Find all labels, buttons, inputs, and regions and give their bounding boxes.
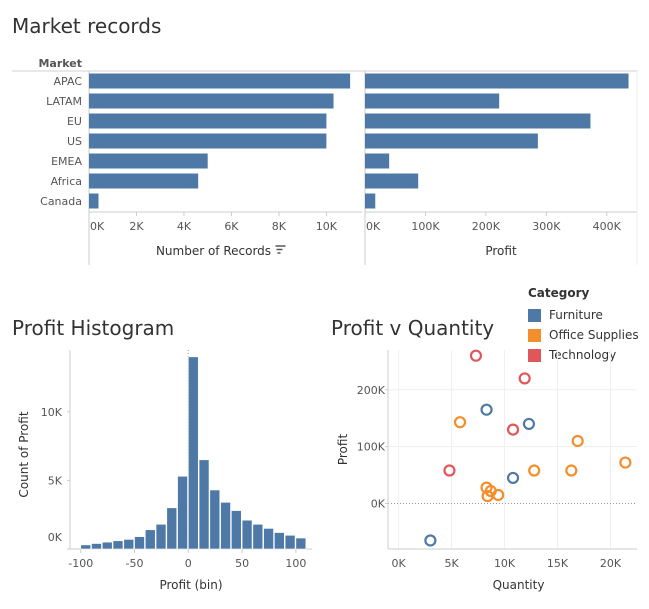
y-tick-label: 100K (357, 441, 386, 454)
market-row-label: EU (67, 115, 82, 128)
x-tick-label: 0K (366, 220, 381, 233)
scatter-point (506, 423, 520, 436)
y-tick-label: 0K (371, 498, 386, 511)
histogram-bar (274, 532, 285, 550)
histogram-bar (220, 502, 231, 550)
market-bar (89, 133, 327, 149)
histogram-bar (80, 544, 92, 550)
market-row-label: Africa (51, 175, 82, 188)
x-tick-label: 100K (411, 220, 440, 233)
histogram-bar (231, 510, 242, 550)
market-row-label: APAC (54, 75, 83, 88)
y-tick-label: 0K (48, 531, 63, 544)
histogram-bar (101, 541, 113, 550)
x-tick-label: 400K (593, 220, 622, 233)
x-axis-title: Profit (bin) (159, 578, 222, 592)
histogram-bar (134, 536, 145, 550)
y-tick-label: 200K (357, 384, 386, 397)
market-row-label: US (67, 135, 82, 148)
x-tick-label: 0K (391, 557, 406, 570)
market-bar (365, 73, 629, 89)
y-axis-title: Profit (336, 434, 350, 466)
scatter-point (453, 416, 467, 429)
market-row-label: LATAM (46, 95, 82, 108)
histogram-bar (123, 539, 135, 550)
scatter-point (518, 372, 531, 385)
x-tick-label: 8K (272, 220, 287, 233)
histogram-bar (295, 537, 307, 550)
market-bar (89, 193, 99, 209)
market-row-label: EMEA (51, 155, 82, 168)
market-bar (365, 133, 538, 149)
market-bar (365, 153, 390, 169)
y-axis-title: Count of Profit (17, 411, 31, 497)
histogram-bar (91, 543, 102, 550)
x-tick-label: 4K (177, 220, 192, 233)
x-tick-label: 300K (532, 220, 561, 233)
x-tick-label: 200K (472, 220, 501, 233)
scatter-point (443, 464, 456, 477)
histogram-bar (241, 519, 253, 550)
scatter-point (522, 417, 536, 431)
histogram-bar (188, 356, 199, 550)
x-tick-label: 5K (444, 557, 459, 570)
scatter-point (571, 434, 584, 448)
scatter-point (528, 464, 541, 477)
market-bar (89, 93, 334, 109)
scatter-point (619, 456, 632, 469)
market-bar (365, 173, 419, 189)
x-tick-label: 50 (235, 557, 249, 570)
histogram-bar (209, 489, 221, 550)
market-bar (89, 73, 351, 89)
scatter-point (469, 349, 483, 362)
x-tick-label: 6K (224, 220, 239, 233)
x-tick-label: 20K (600, 557, 622, 570)
histogram-bar (198, 459, 210, 550)
x-tick-label: 100 (285, 557, 306, 570)
histogram-bar (252, 523, 264, 550)
market-bar (365, 113, 591, 129)
histogram-bar (112, 540, 124, 550)
x-axis-title: Quantity (493, 578, 545, 592)
x-tick-label: 15K (547, 557, 569, 570)
x-tick-label: 10K (316, 220, 338, 233)
scatter-point (506, 471, 520, 485)
histogram-bar (155, 523, 167, 550)
market-bar (89, 113, 327, 129)
x-tick-label: -50 (126, 557, 144, 570)
x-tick-label: -100 (68, 557, 93, 570)
histogram-bar (263, 528, 274, 550)
dashboard-chart-canvas: Market APAC LATAM EU US EMEA Africa Canada 0K 2K 4… (12, 57, 638, 592)
histogram-bar (166, 507, 178, 550)
scatter-point (480, 403, 493, 416)
x-tick-label: 2K (129, 220, 144, 233)
scatter-point (565, 464, 578, 477)
histogram-bar (284, 534, 296, 550)
market-bar (365, 193, 376, 209)
market-row-header: Market (38, 57, 82, 70)
market-bar (89, 173, 199, 189)
x-axis-title: Profit (485, 244, 517, 258)
histogram-bar (177, 475, 188, 550)
x-tick-label: 0 (185, 557, 192, 570)
market-bar (89, 153, 208, 169)
x-tick-label: 10K (494, 557, 516, 570)
market-bar (365, 93, 500, 109)
histogram-bar (144, 529, 156, 550)
market-row-label: Canada (40, 195, 82, 208)
scatter-point (424, 534, 437, 547)
x-axis-title: Number of Records (156, 244, 271, 258)
y-tick-label: 10K (41, 406, 63, 419)
y-tick-label: 5K (48, 474, 63, 487)
x-tick-label: 0K (90, 220, 105, 233)
